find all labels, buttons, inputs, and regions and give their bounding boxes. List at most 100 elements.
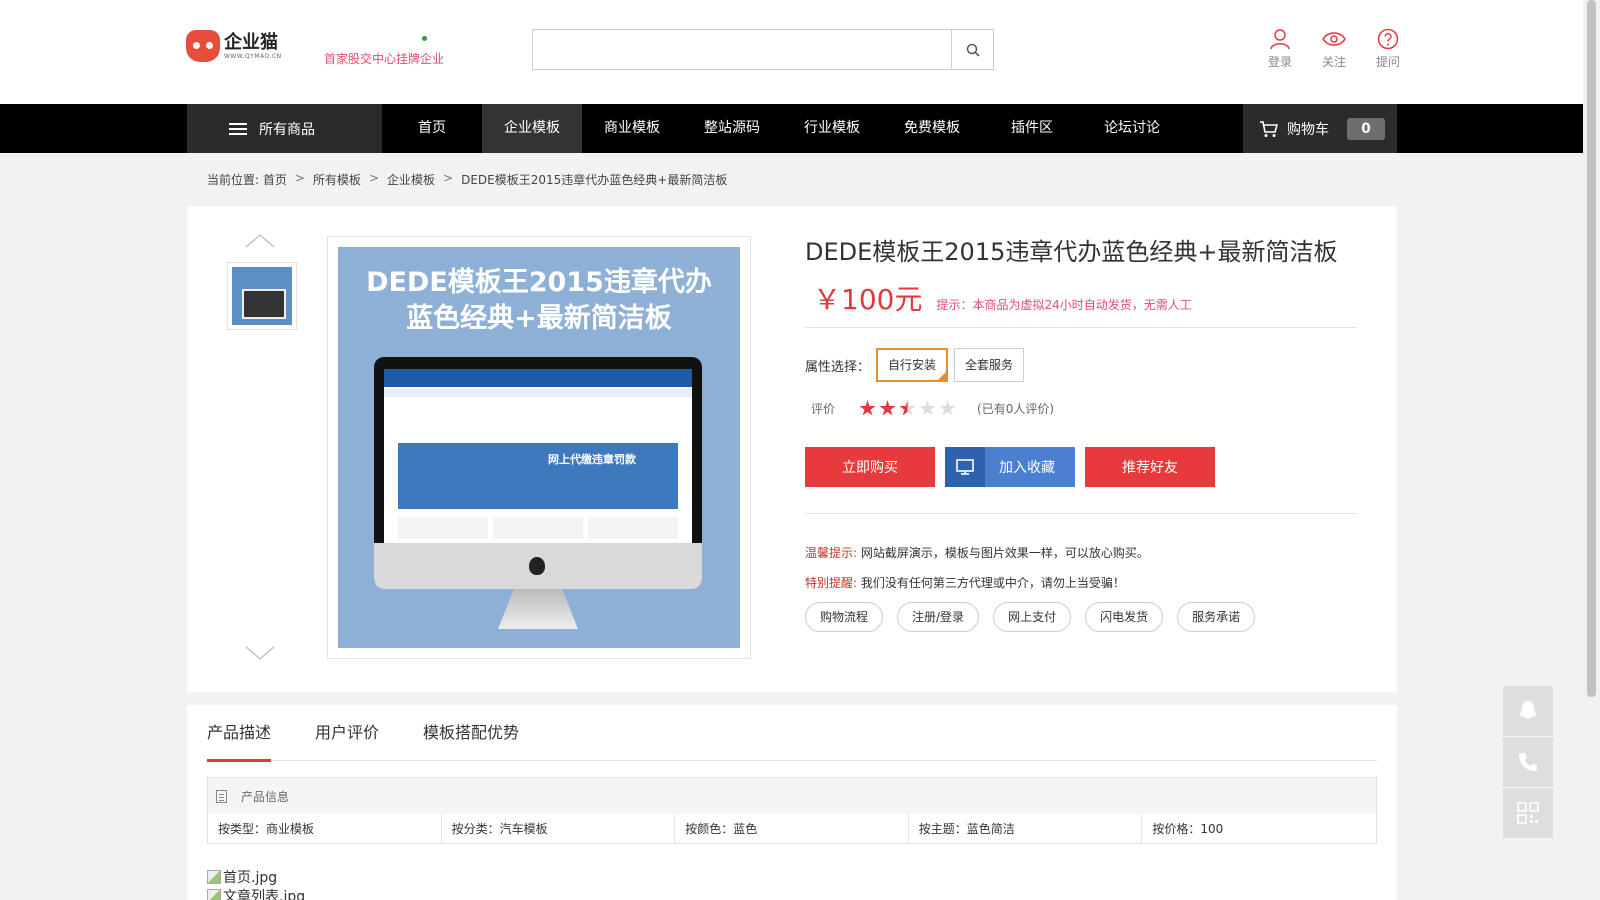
- nav-item-forum[interactable]: 论坛讨论: [1082, 104, 1182, 153]
- preview-banner-text: 网上代缴违章罚款: [548, 453, 636, 466]
- login-link[interactable]: 登录: [1253, 28, 1307, 70]
- tip-warm-label: 温馨提示:: [805, 546, 858, 560]
- all-goods-label: 所有商品: [259, 121, 315, 138]
- product-panel: DEDE模板王2015违章代办 蓝色经典+最新简洁板 网上代缴违章罚款 DEDE…: [187, 206, 1397, 692]
- product-title: DEDE模板王2015违章代办蓝色经典+最新简洁板: [805, 238, 1338, 266]
- nav-item-site-source[interactable]: 整站源码: [682, 104, 782, 153]
- menu-icon: [229, 122, 247, 135]
- qq-icon: [1520, 701, 1536, 719]
- cart-count-badge: 0: [1347, 117, 1385, 140]
- star-icon[interactable]: [859, 400, 876, 416]
- nav-item-home[interactable]: 首页: [382, 104, 482, 153]
- add-favorite-button[interactable]: 加入收藏: [945, 447, 1075, 487]
- star-icon[interactable]: [879, 400, 896, 416]
- broken-image-alt: 首页.jpg: [223, 870, 278, 886]
- recommend-friend-button[interactable]: 推荐好友: [1085, 447, 1215, 487]
- broken-image-alt: 文章列表.jpg: [223, 889, 306, 900]
- follow-label: 关注: [1321, 55, 1346, 69]
- service-register-login[interactable]: 注册/登录: [897, 602, 980, 632]
- nav-item-enterprise-templates[interactable]: 企业模板: [482, 104, 582, 153]
- qq-chat-button[interactable]: [1503, 686, 1553, 736]
- scrollbar-thumb[interactable]: [1587, 0, 1596, 697]
- product-info-row: 按类型：商业模板 按分类：汽车模板 按颜色：蓝色 按主题：蓝色简洁 按价格：10…: [208, 814, 1376, 844]
- breadcrumb-all-templates[interactable]: 所有模板: [313, 171, 361, 188]
- website-preview: 网上代缴违章罚款: [384, 369, 692, 543]
- all-goods-menu[interactable]: 所有商品: [187, 104, 382, 153]
- search-button[interactable]: [951, 30, 993, 69]
- qrcode-button[interactable]: [1503, 788, 1553, 838]
- tip-special-text: 我们没有任何第三方代理或中介，请勿上当受骗！: [860, 576, 1125, 590]
- divider: [805, 327, 1357, 328]
- user-icon: [1270, 29, 1290, 50]
- broken-image-home: 首页.jpg: [207, 867, 277, 887]
- product-thumbnail[interactable]: [227, 262, 297, 330]
- description-tabs: 产品描述 用户评价 模板搭配优势: [207, 705, 1377, 762]
- broken-image-icon: [207, 889, 221, 900]
- slogan-text: 首家股交中心挂牌企业: [324, 52, 445, 66]
- logo-name: 企业猫: [224, 31, 278, 53]
- follow-link[interactable]: 关注: [1307, 28, 1361, 70]
- qrcode-icon: [1517, 802, 1539, 824]
- tip-special-label: 特别提醒:: [805, 576, 858, 590]
- breadcrumb-current: DEDE模板王2015违章代办蓝色经典+最新简洁板: [461, 173, 728, 187]
- page-scrollbar[interactable]: [1583, 0, 1600, 900]
- floating-toolbar: [1503, 686, 1553, 839]
- add-favorite-label: 加入收藏: [999, 460, 1055, 476]
- buy-now-button[interactable]: 立即购买: [805, 447, 935, 487]
- attribute-label: 属性选择：: [805, 359, 871, 375]
- rating-row: 评价 (已有0人评价): [811, 400, 1054, 417]
- nav-item-free-templates[interactable]: 免费模板: [882, 104, 982, 153]
- attribute-option-full-service[interactable]: 全套服务: [954, 348, 1025, 382]
- breadcrumb: 当前位置: 首页 > 所有模板 > 企业模板 > DEDE模板王2015违章代办…: [207, 171, 727, 188]
- service-shopping-flow[interactable]: 购物流程: [805, 602, 884, 632]
- search-box: [532, 29, 994, 70]
- ask-link[interactable]: 提问: [1361, 28, 1415, 70]
- nav-item-plugins[interactable]: 插件区: [982, 104, 1082, 153]
- star-icon[interactable]: [899, 400, 916, 416]
- ask-label: 提问: [1375, 55, 1400, 69]
- product-price: ￥100元: [813, 283, 923, 316]
- chevron-up-icon[interactable]: [245, 234, 275, 248]
- tab-template-advantages[interactable]: 模板搭配优势: [423, 705, 519, 761]
- breadcrumb-enterprise-templates[interactable]: 企业模板: [387, 171, 435, 188]
- breadcrumb-separator-icon: >: [443, 171, 454, 185]
- tip-special: 特别提醒: 我们没有任何第三方代理或中介，请勿上当受骗！: [805, 574, 1125, 591]
- star-icon[interactable]: [919, 400, 936, 416]
- tip-warm-text: 网站截屏演示，模板与图片效果一样，可以放心购买。: [860, 546, 1149, 560]
- apple-logo-icon: [529, 557, 545, 575]
- image-title: DEDE模板王2015违章代办 蓝色经典+最新简洁板: [338, 265, 740, 337]
- service-fast-delivery[interactable]: 闪电发货: [1085, 602, 1164, 632]
- tab-user-reviews[interactable]: 用户评价: [315, 705, 379, 761]
- info-cell-category[interactable]: 按分类：汽车模板: [442, 814, 676, 844]
- breadcrumb-separator-icon: >: [368, 171, 379, 185]
- info-cell-color[interactable]: 按颜色：蓝色: [675, 814, 909, 844]
- login-label: 登录: [1267, 55, 1292, 69]
- chevron-down-icon[interactable]: [245, 646, 275, 660]
- star-icon[interactable]: [939, 400, 956, 416]
- image-title-line1: DEDE模板王2015违章代办: [366, 267, 712, 298]
- info-cell-theme[interactable]: 按主题：蓝色简洁: [909, 814, 1143, 844]
- monitor-illustration: 网上代缴违章罚款: [374, 357, 702, 589]
- breadcrumb-home[interactable]: 当前位置: 首页: [207, 171, 287, 188]
- broken-image-icon: [207, 870, 221, 884]
- cat-logo-icon: [186, 30, 220, 62]
- thumbnail-image: [232, 267, 292, 325]
- nav-item-industry-templates[interactable]: 行业模板: [782, 104, 882, 153]
- site-logo[interactable]: 企业猫 WWW.QYMAO.CN: [186, 30, 282, 62]
- product-main-image[interactable]: DEDE模板王2015违章代办 蓝色经典+最新简洁板 网上代缴违章罚款: [327, 236, 751, 659]
- search-input[interactable]: [533, 30, 951, 69]
- service-commitment[interactable]: 服务承诺: [1177, 602, 1256, 632]
- phone-button[interactable]: [1503, 737, 1553, 787]
- cart-button[interactable]: 购物车 0: [1243, 104, 1397, 153]
- info-cell-price[interactable]: 按价格：100: [1142, 814, 1376, 844]
- rating-stars: [859, 400, 959, 417]
- service-online-payment[interactable]: 网上支付: [993, 602, 1072, 632]
- info-cell-type[interactable]: 按类型：商业模板: [208, 814, 442, 844]
- price-tip: 提示：本商品为虚拟24小时自动发货，无需人工: [936, 298, 1192, 312]
- attribute-option-self-install[interactable]: 自行安装: [876, 348, 949, 382]
- product-info-table: 产品信息 按类型：商业模板 按分类：汽车模板 按颜色：蓝色 按主题：蓝色简洁 按…: [207, 777, 1377, 844]
- nav-item-business-templates[interactable]: 商业模板: [582, 104, 682, 153]
- rating-label: 评价: [811, 402, 836, 416]
- tab-product-description[interactable]: 产品描述: [207, 705, 272, 762]
- phone-icon: [1519, 753, 1537, 771]
